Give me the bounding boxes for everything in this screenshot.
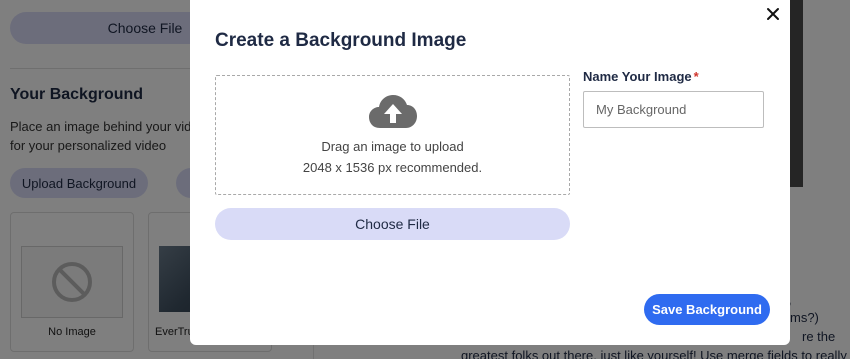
- image-name-input[interactable]: [583, 91, 764, 128]
- dropzone-size-hint: 2048 x 1536 px recommended.: [302, 160, 483, 175]
- name-field-label-text: Name Your Image: [583, 69, 692, 84]
- image-dropzone[interactable]: Drag an image to upload 2048 x 1536 px r…: [215, 75, 570, 195]
- cloud-upload-icon: [368, 94, 418, 130]
- create-background-modal: Create a Background Image Drag an image …: [190, 0, 790, 345]
- choose-file-button[interactable]: Choose File: [215, 208, 570, 240]
- name-field-label: Name Your Image *: [583, 69, 699, 84]
- modal-title: Create a Background Image: [215, 30, 467, 51]
- required-marker: *: [693, 69, 699, 84]
- save-background-button[interactable]: Save Background: [644, 294, 770, 325]
- close-icon[interactable]: [764, 5, 782, 23]
- dropzone-instruction: Drag an image to upload: [321, 139, 464, 154]
